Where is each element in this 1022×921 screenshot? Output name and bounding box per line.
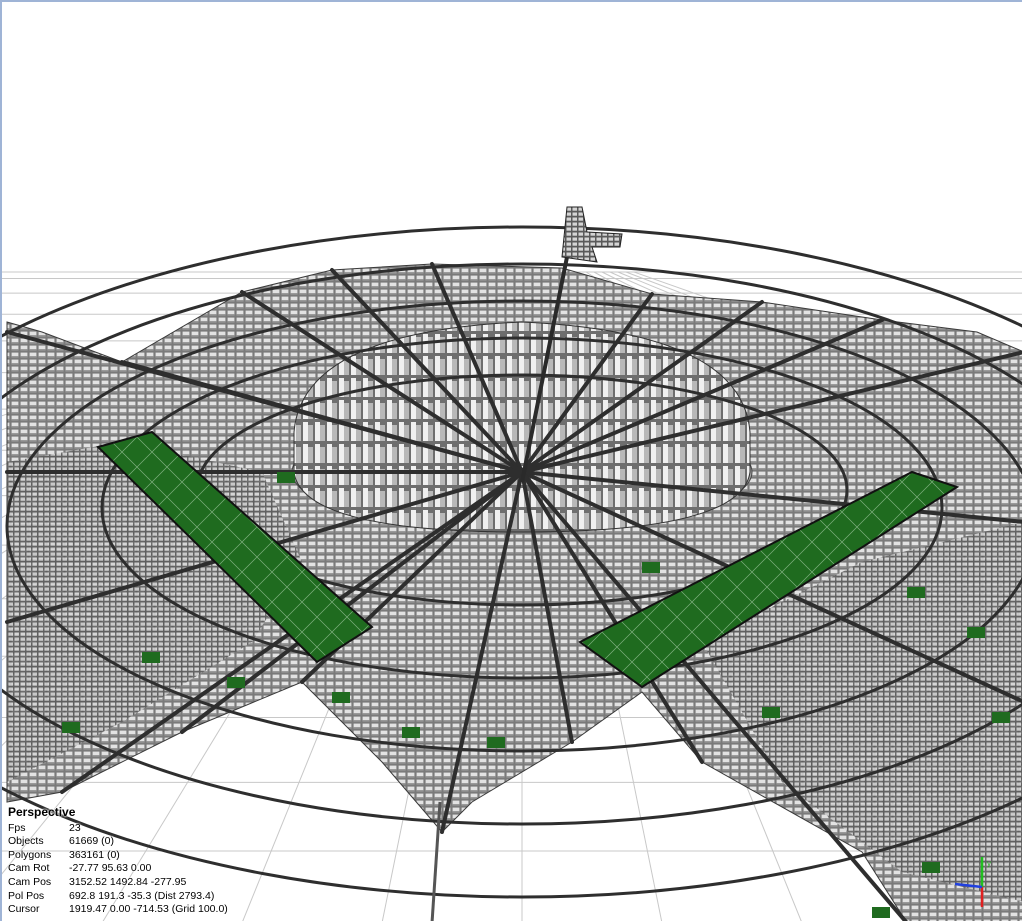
stat-row-cam-rot: Cam Rot -27.77 95.63 0.00 (8, 862, 228, 876)
stat-row-cam-pos: Cam Pos 3152.52 1492.84 -277.95 (8, 876, 228, 890)
axis-gizmo-icon[interactable]: y (947, 852, 1007, 912)
small-park (907, 587, 925, 598)
city-scene[interactable] (2, 2, 1022, 921)
stat-row-objects: Objects 61669 (0) (8, 835, 228, 849)
3d-viewport[interactable]: Perspective Fps 23 Objects 61669 (0) Polyg… (0, 0, 1022, 921)
stat-value: 61669 (0) (69, 835, 114, 848)
small-park (992, 712, 1010, 723)
stat-value: 23 (69, 821, 81, 834)
stat-label: Cam Rot (8, 862, 50, 875)
stat-label: Fps (8, 821, 26, 834)
small-park (642, 562, 660, 573)
stat-label: Objects (8, 835, 44, 848)
antenna-flag (561, 206, 623, 263)
small-park (762, 707, 780, 718)
viewport-stats-overlay: Perspective Fps 23 Objects 61669 (0) Polyg… (8, 805, 228, 917)
axis-y-glyph: y (987, 859, 991, 868)
small-park (227, 677, 245, 688)
stat-label: Polygons (8, 848, 52, 861)
small-park (922, 862, 940, 873)
small-park (872, 907, 890, 918)
stat-row-fps: Fps 23 (8, 822, 228, 836)
axis-z-icon (954, 882, 983, 889)
stat-value: 3152.52 1492.84 -277.95 (69, 875, 187, 888)
stat-label: Pol Pos (8, 889, 45, 902)
stat-value: 692.8 191.3 -35.3 (Dist 2793.4) (69, 889, 215, 902)
small-park (277, 472, 295, 483)
stat-label: Cam Pos (8, 875, 52, 888)
small-park (62, 722, 80, 733)
stat-row-pol-pos: Pol Pos 692.8 191.3 -35.3 (Dist 2793.4) (8, 890, 228, 904)
stat-value: -27.77 95.63 0.00 (69, 862, 152, 875)
small-park (402, 727, 420, 738)
stat-value: 1919.47 0.00 -714.53 (Grid 100.0) (69, 903, 228, 916)
stat-row-cursor: Cursor 1919.47 0.00 -714.53 (Grid 100.0) (8, 903, 228, 917)
view-name-label: Perspective (8, 805, 76, 819)
small-park (967, 627, 985, 638)
stat-value: 363161 (0) (69, 848, 120, 861)
small-park (487, 737, 505, 748)
stat-label: Cursor (8, 903, 40, 916)
small-park (332, 692, 350, 703)
small-park (142, 652, 160, 663)
stat-row-polygons: Polygons 363161 (0) (8, 849, 228, 863)
